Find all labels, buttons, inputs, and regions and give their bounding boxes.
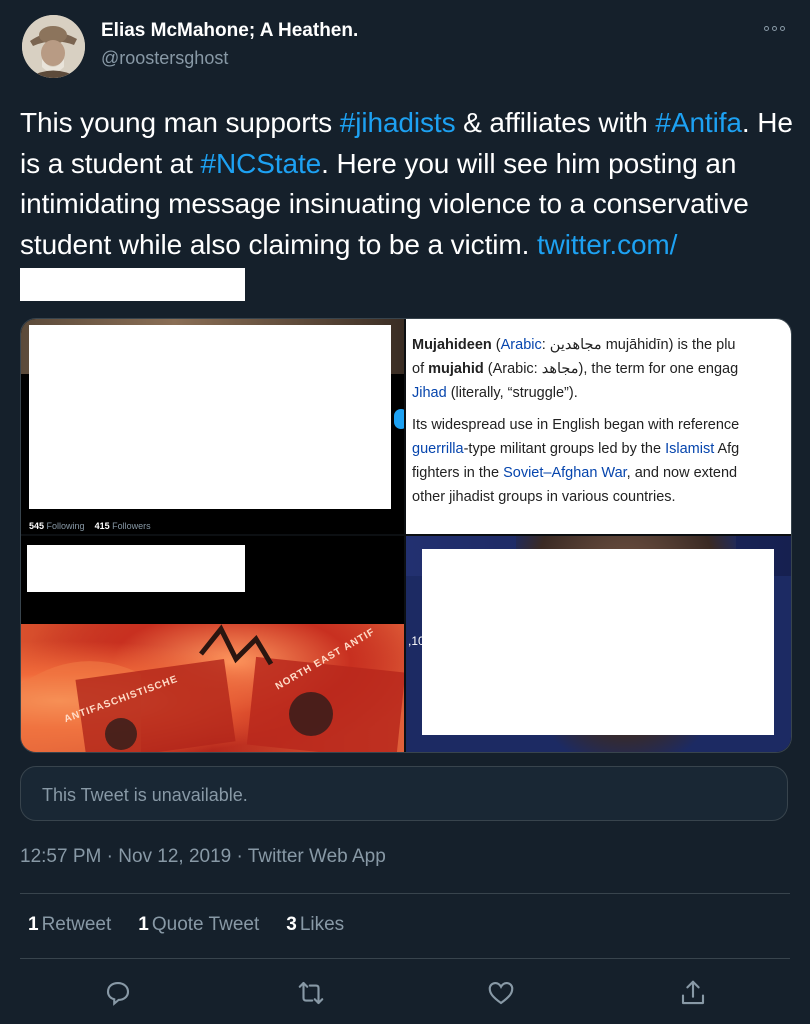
tweet-text: This young man supports #jihadists & aff…: [20, 103, 800, 306]
engagement-counts: 1 Retweet 1 Quote Tweet 3 Likes: [28, 914, 344, 936]
hashtag-ncstate[interactable]: #NCState: [201, 148, 322, 179]
wiki-text: -type militant groups led by the: [463, 441, 666, 457]
wiki-link-war: Soviet–Afghan War: [503, 465, 627, 481]
tweet-source[interactable]: Twitter Web App: [248, 846, 386, 867]
profile-stats: 545 Following 415 Followers: [29, 521, 151, 531]
quotes-link[interactable]: 1 Quote Tweet: [138, 914, 259, 936]
tweet-text-part: This young man supports: [20, 107, 340, 138]
quote-label: Quote Tweet: [151, 914, 260, 935]
hashtag-antifa[interactable]: #Antifa: [655, 107, 742, 138]
divider: [20, 893, 790, 894]
avatar[interactable]: [22, 15, 85, 78]
redaction-box: [20, 268, 245, 301]
meta-separator: ·: [101, 846, 119, 867]
action-bar: [0, 974, 810, 1014]
followers-label: Followers: [112, 521, 151, 531]
tweet-time[interactable]: 12:57 PM: [20, 846, 101, 867]
redaction-box: [29, 325, 391, 509]
likes-link[interactable]: 3 Likes: [286, 914, 344, 936]
retweets-link[interactable]: 1 Retweet: [28, 914, 111, 936]
wiki-text: fighters in the: [412, 465, 504, 481]
wiki-text: other jihadist groups in various countri…: [412, 489, 676, 505]
author-name[interactable]: Elias McMahone; A Heathen.: [101, 20, 358, 42]
following-label: Following: [46, 521, 85, 531]
retweet-count: 1: [28, 914, 39, 935]
media-image-wikipedia[interactable]: Mujahideen (Arabic: مجاهدين mujāhidīn) i…: [406, 319, 791, 534]
like-count: 3: [286, 914, 297, 935]
quoted-tweet-unavailable: This Tweet is unavailable.: [20, 766, 788, 821]
share-icon[interactable]: [678, 978, 708, 1008]
wiki-link-arabic: Arabic: [500, 337, 542, 353]
wiki-text: (literally, “struggle”).: [446, 385, 578, 401]
hashtag-jihadists[interactable]: #jihadists: [340, 107, 456, 138]
tweet-text-part: & affiliates with: [455, 107, 656, 138]
quote-count: 1: [138, 914, 149, 935]
wiki-text: (Arabic: مجاهد), the term for one engag: [483, 361, 739, 377]
tweet-link[interactable]: twitter.com/: [537, 229, 677, 260]
wiki-term: Mujahideen: [412, 337, 492, 353]
retweet-icon[interactable]: [296, 978, 326, 1008]
followers-count: 415: [94, 521, 110, 531]
media-grid: 545 Following 415 Followers Mujahideen (…: [20, 318, 792, 753]
like-label: Likes: [299, 914, 345, 935]
protest-photo: NORTH EAST ANTIF ANTIFASCHISTISCHE: [21, 624, 404, 752]
wiki-link-jihad: Jihad: [412, 385, 447, 401]
reply-icon[interactable]: [103, 978, 133, 1008]
divider: [20, 958, 790, 959]
heart-icon[interactable]: [486, 978, 516, 1008]
tweet-date[interactable]: Nov 12, 2019: [118, 846, 231, 867]
media-image-person[interactable]: ,10: [406, 536, 791, 752]
meta-separator: ·: [231, 846, 248, 867]
wiki-text: of: [412, 361, 429, 377]
wiki-text: , and now extend: [626, 465, 738, 481]
unavailable-text: This Tweet is unavailable.: [42, 785, 248, 805]
wiki-text: Its widespread use in English began with…: [412, 417, 740, 433]
media-image-protest[interactable]: NORTH EAST ANTIF ANTIFASCHISTISCHE: [21, 536, 404, 752]
wiki-text: Afg: [714, 441, 740, 457]
media-image-profile[interactable]: 545 Following 415 Followers: [21, 319, 404, 534]
wiki-link-islamist: Islamist: [665, 441, 715, 457]
wiki-excerpt: Mujahideen (Arabic: مجاهدين mujāhidīn) i…: [412, 333, 791, 517]
redaction-box: [27, 545, 245, 592]
retweet-label: Retweet: [41, 914, 112, 935]
tweet-meta: 12:57 PM · Nov 12, 2019 · Twitter Web Ap…: [20, 846, 386, 868]
follow-button-fragment: [394, 409, 404, 429]
author-handle[interactable]: @roostersghost: [101, 48, 228, 69]
wiki-term2: mujahid: [428, 361, 484, 377]
wiki-link-guerrilla: guerrilla: [412, 441, 464, 457]
redaction-box: [422, 549, 774, 735]
following-count: 545: [29, 521, 45, 531]
more-icon[interactable]: [764, 20, 790, 36]
wiki-text: : مجاهدين mujāhidīn) is the plu: [541, 337, 736, 353]
wiki-text: (: [491, 337, 501, 353]
